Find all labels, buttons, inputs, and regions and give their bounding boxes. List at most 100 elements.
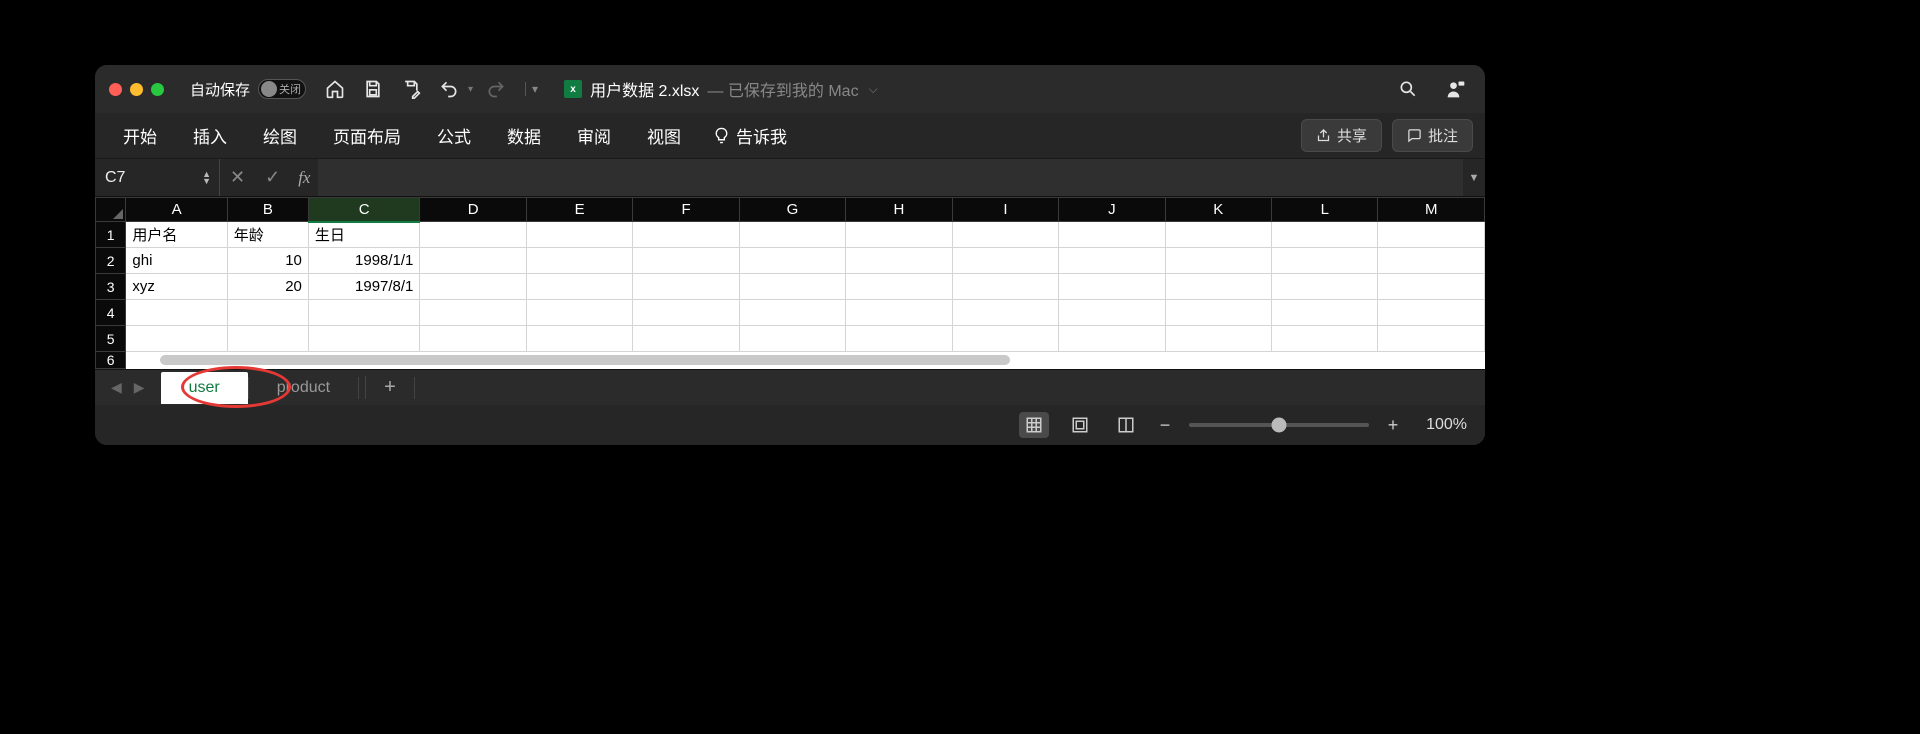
cell[interactable] — [633, 326, 739, 352]
close-window-button[interactable] — [109, 83, 122, 96]
col-header[interactable]: I — [952, 198, 1058, 222]
cell[interactable] — [1378, 248, 1485, 274]
name-box-stepper[interactable]: ▲▼ — [202, 171, 211, 185]
zoom-slider-thumb[interactable] — [1272, 418, 1287, 433]
formula-expand-icon[interactable]: ▼ — [1463, 172, 1485, 184]
col-header[interactable]: H — [846, 198, 952, 222]
search-icon[interactable] — [1393, 74, 1423, 104]
share-button[interactable]: 共享 — [1301, 119, 1382, 152]
cell[interactable] — [1165, 274, 1271, 300]
sheet-nav-prev-icon[interactable]: ◀ — [105, 379, 128, 396]
cell[interactable] — [739, 248, 845, 274]
minimize-window-button[interactable] — [130, 83, 143, 96]
view-page-layout-icon[interactable] — [1065, 412, 1095, 438]
cell[interactable] — [420, 248, 526, 274]
cell[interactable] — [1272, 274, 1378, 300]
cell[interactable] — [1165, 222, 1271, 248]
cell[interactable] — [739, 222, 845, 248]
col-header[interactable]: F — [633, 198, 739, 222]
cell[interactable] — [739, 300, 845, 326]
cell[interactable]: 1997/8/1 — [308, 274, 420, 300]
tab-insert[interactable]: 插入 — [177, 119, 243, 152]
cell[interactable] — [227, 326, 308, 352]
sheet-tab-product[interactable]: product — [249, 372, 358, 404]
spreadsheet-grid[interactable]: A B C D E F G H I J K L M 1 用户名 年龄 生日 — [95, 197, 1485, 369]
cell[interactable] — [633, 300, 739, 326]
cell[interactable] — [952, 300, 1058, 326]
select-all-corner[interactable] — [96, 198, 126, 222]
cell[interactable] — [1378, 326, 1485, 352]
cell[interactable] — [633, 248, 739, 274]
tab-layout[interactable]: 页面布局 — [317, 119, 417, 152]
cell[interactable] — [1059, 300, 1165, 326]
cell[interactable] — [1378, 300, 1485, 326]
horizontal-scrollbar[interactable] — [126, 354, 1484, 366]
cell[interactable]: 20 — [227, 274, 308, 300]
formula-accept-icon[interactable]: ✓ — [255, 167, 290, 188]
cell[interactable] — [1378, 222, 1485, 248]
col-header[interactable]: E — [526, 198, 632, 222]
col-header[interactable]: J — [1059, 198, 1165, 222]
row-header[interactable]: 4 — [96, 300, 126, 326]
sheet-tab-user[interactable]: user — [161, 372, 248, 404]
autosave-control[interactable]: 自动保存 关闭 — [190, 79, 306, 100]
cell[interactable]: 生日 — [308, 222, 420, 248]
save-edit-icon[interactable] — [396, 74, 426, 104]
tell-me-button[interactable]: 告诉我 — [701, 119, 799, 152]
col-header[interactable]: A — [126, 198, 227, 222]
cell[interactable]: xyz — [126, 274, 227, 300]
view-normal-icon[interactable] — [1019, 412, 1049, 438]
cell[interactable] — [846, 248, 952, 274]
cell[interactable] — [739, 326, 845, 352]
home-icon[interactable] — [320, 74, 350, 104]
undo-dropdown-icon[interactable]: ▾ — [468, 84, 473, 95]
cell[interactable] — [126, 326, 227, 352]
cell[interactable] — [1378, 274, 1485, 300]
cell[interactable] — [952, 326, 1058, 352]
zoom-in-button[interactable]: + — [1385, 415, 1401, 436]
cell[interactable] — [526, 274, 632, 300]
cell[interactable] — [1165, 326, 1271, 352]
cell[interactable]: 1998/1/1 — [308, 248, 420, 274]
row-header[interactable]: 1 — [96, 222, 126, 248]
cell[interactable] — [846, 222, 952, 248]
view-page-break-icon[interactable] — [1111, 412, 1141, 438]
comments-button[interactable]: 批注 — [1392, 119, 1473, 152]
col-header[interactable]: L — [1272, 198, 1378, 222]
cell[interactable] — [952, 274, 1058, 300]
cell[interactable] — [420, 300, 526, 326]
tab-view[interactable]: 视图 — [631, 119, 697, 152]
tab-review[interactable]: 审阅 — [561, 119, 627, 152]
tab-data[interactable]: 数据 — [491, 119, 557, 152]
cell[interactable] — [1059, 248, 1165, 274]
col-header[interactable]: M — [1378, 198, 1485, 222]
col-header[interactable]: B — [227, 198, 308, 222]
cell[interactable] — [526, 300, 632, 326]
row-header[interactable]: 6 — [96, 352, 126, 369]
fx-label[interactable]: fx — [290, 168, 318, 188]
cell[interactable] — [1272, 326, 1378, 352]
formula-input[interactable] — [318, 159, 1463, 196]
cell[interactable] — [1272, 222, 1378, 248]
tab-formulas[interactable]: 公式 — [421, 119, 487, 152]
row-header[interactable]: 3 — [96, 274, 126, 300]
cell[interactable] — [126, 300, 227, 326]
cell[interactable] — [1059, 326, 1165, 352]
cell[interactable] — [1165, 300, 1271, 326]
zoom-percent[interactable]: 100% — [1417, 416, 1467, 434]
cell[interactable] — [846, 300, 952, 326]
cell[interactable] — [739, 274, 845, 300]
col-header[interactable]: D — [420, 198, 526, 222]
row-header[interactable]: 5 — [96, 326, 126, 352]
cell[interactable]: 年龄 — [227, 222, 308, 248]
cell[interactable]: 用户名 — [126, 222, 227, 248]
cell[interactable] — [420, 222, 526, 248]
tab-home[interactable]: 开始 — [107, 119, 173, 152]
cell[interactable] — [846, 326, 952, 352]
cell[interactable] — [227, 300, 308, 326]
cell[interactable] — [1272, 248, 1378, 274]
autosave-switch[interactable]: 关闭 — [258, 79, 306, 99]
fullscreen-window-button[interactable] — [151, 83, 164, 96]
cell[interactable] — [1272, 300, 1378, 326]
tab-draw[interactable]: 绘图 — [247, 119, 313, 152]
